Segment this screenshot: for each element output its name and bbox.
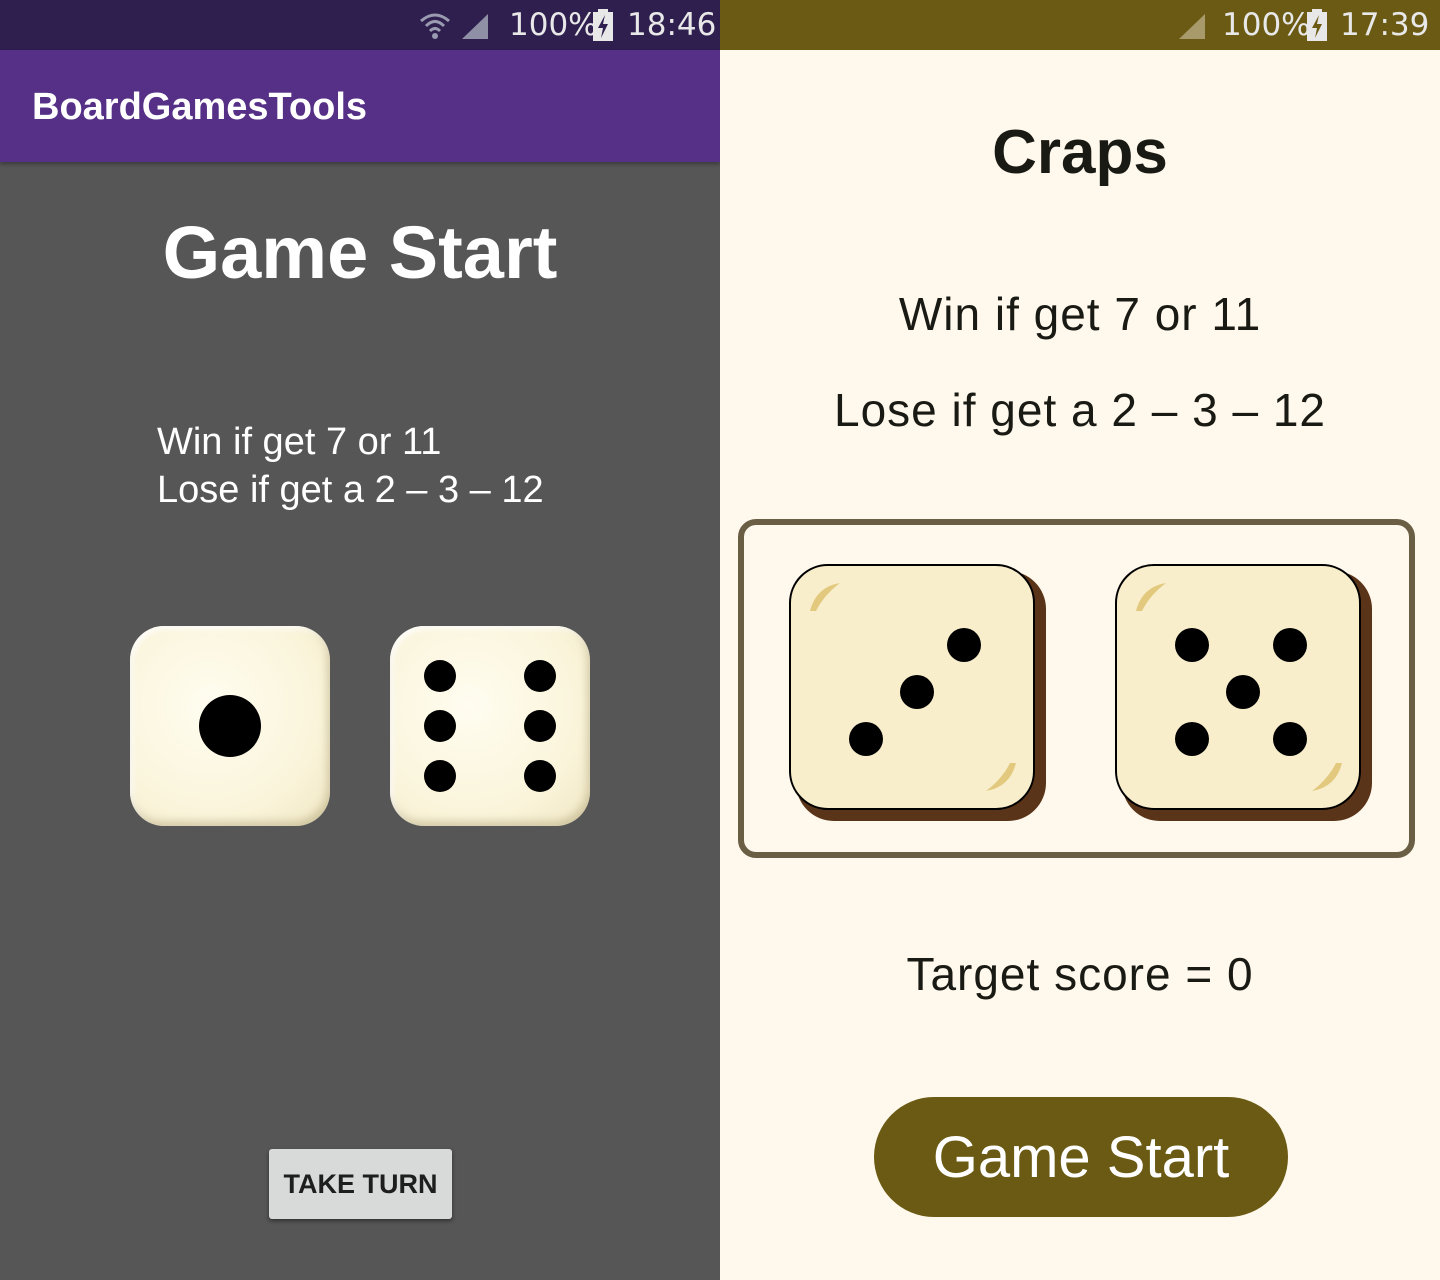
battery-charging-icon [593, 9, 613, 41]
signal-icon [462, 14, 488, 39]
dice-area [789, 564, 1372, 821]
pip [524, 660, 556, 692]
app-bar: BoardGamesTools [0, 50, 720, 162]
pip [424, 710, 456, 742]
app-title: BoardGamesTools [32, 86, 368, 128]
target-score: Target score = 0 [906, 948, 1254, 1000]
clock: 17:39 [1340, 7, 1430, 43]
battery-percent: 100% [509, 7, 598, 43]
die-one [130, 626, 330, 826]
lose-rule: Lose if get a 2 – 3 – 12 [833, 384, 1327, 436]
pip [524, 710, 556, 742]
wifi-icon [420, 13, 450, 39]
page-title: Game Start [162, 211, 558, 294]
pip [524, 760, 556, 792]
win-rule: Win if get 7 or 11 [157, 421, 442, 463]
pip [199, 695, 261, 757]
battery-charging-icon [1307, 9, 1327, 41]
page-title: Craps [992, 118, 1168, 187]
clock: 18:46 [627, 7, 717, 43]
pip [424, 660, 456, 692]
die-five [1115, 564, 1372, 821]
status-bar: 100% 18:46 [0, 0, 720, 50]
signal-icon [1179, 14, 1205, 39]
die-six [390, 626, 590, 826]
die-three [789, 564, 1046, 821]
battery-percent: 100% [1222, 7, 1311, 43]
lose-rule: Lose if get a 2 – 3 – 12 [157, 469, 544, 511]
win-rule: Win if get 7 or 11 [898, 288, 1262, 340]
game-start-button[interactable]: Game Start [874, 1097, 1288, 1217]
left-screen: 100% 18:46 BoardGamesTools Game Start Wi… [0, 0, 720, 1280]
take-turn-button[interactable]: TAKE TURN [269, 1149, 452, 1219]
status-bar: 100% 17:39 [720, 0, 1440, 50]
dice-tray [738, 519, 1415, 858]
pip [424, 760, 456, 792]
